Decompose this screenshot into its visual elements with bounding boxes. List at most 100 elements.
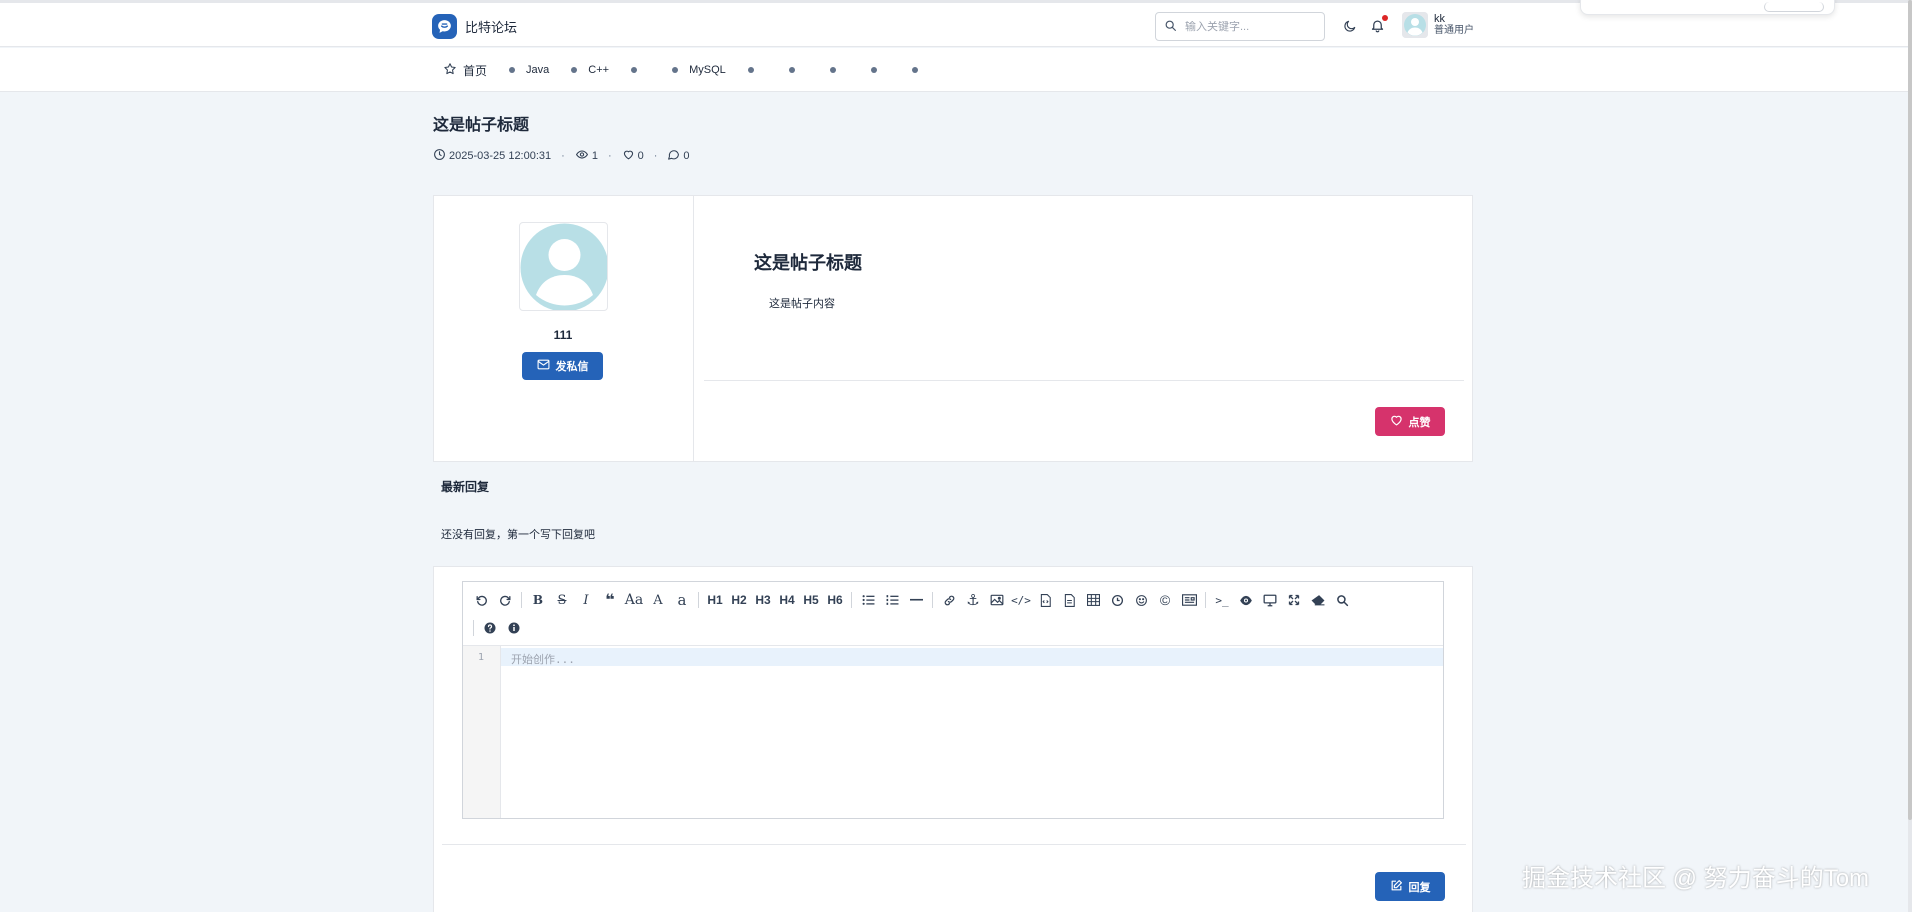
nav-category-mysql[interactable]: MySQL [672,64,726,76]
heart-icon [1390,414,1403,429]
line-number: 1 [477,652,484,663]
nav-category-unnamed[interactable] [747,67,754,73]
nav-category-unnamed[interactable] [788,67,795,73]
help-question-icon[interactable] [478,615,502,641]
brand-name: 比特论坛 [465,20,518,35]
heading-4-button[interactable]: H4 [775,587,799,613]
font-size-lower-icon[interactable]: a [670,587,694,613]
nav-category-java[interactable]: Java [509,64,549,76]
nav-category-label: MySQL [689,64,726,76]
mail-icon [537,359,550,373]
scrollbar-thumb[interactable] [1908,0,1912,820]
strikethrough-icon[interactable]: S [550,587,574,613]
clear-eraser-icon[interactable] [1306,587,1330,613]
numbered-list-icon[interactable] [880,587,904,613]
reply-submit-button[interactable]: 回复 [1375,872,1445,901]
image-icon[interactable] [985,587,1009,613]
author-avatar[interactable] [519,222,608,311]
italic-icon[interactable]: I [574,587,598,613]
post-content-title: 这是帖子标题 [754,253,862,273]
post-meta: 2025-03-25 12:00:31 · 1 · 0 · 0 [433,148,690,164]
table-icon[interactable] [1081,587,1105,613]
toolbar-separator [521,592,522,608]
floating-popover [1580,0,1835,15]
heading-6-button[interactable]: H6 [823,587,847,613]
category-bullet-icon [747,67,754,73]
goto-line-icon[interactable]: >_ [1210,587,1234,613]
code-inline-icon[interactable]: </> [1009,587,1033,613]
font-size-upper-icon[interactable]: A [646,587,670,613]
heading-2-button[interactable]: H2 [727,587,751,613]
category-bullet-icon [829,67,836,73]
category-bullet-icon [509,67,516,73]
top-navbar: 比特论坛 kk 普通用户 [0,0,1908,47]
category-bullet-icon [788,67,795,73]
active-line-highlight [501,648,1443,666]
horizontal-rule-icon[interactable] [904,587,928,613]
notification-dot [1382,15,1388,21]
fullscreen-icon[interactable] [1282,587,1306,613]
datetime-icon[interactable] [1105,587,1129,613]
brand[interactable]: 比特论坛 [432,14,517,39]
post-likes: 0 [637,150,644,162]
eye-icon [575,148,589,164]
author-name: 111 [553,328,573,342]
anchor-icon[interactable]: ⚓ [961,587,985,613]
page-title: 这是帖子标题 [433,117,530,134]
user-menu[interactable]: kk 普通用户 [1402,12,1474,38]
toolbar-separator [1205,592,1206,608]
link-icon[interactable] [937,587,961,613]
post-content-body: 这是帖子内容 [769,298,835,310]
nav-category-unnamed[interactable] [631,67,638,73]
nav-category-unnamed[interactable] [911,67,918,73]
emoji-icon[interactable] [1129,587,1153,613]
category-bullet-icon [870,67,877,73]
info-icon[interactable] [502,615,526,641]
watermark: 掘金技术社区 @ 努力奋斗的Tom [1522,865,1870,892]
search-input[interactable] [1185,20,1315,33]
category-bullet-icon [911,67,918,73]
nav-category-unnamed[interactable] [870,67,877,73]
html-entities-icon[interactable]: © [1153,587,1177,613]
nav-home[interactable]: 首页 [443,62,487,79]
toolbar-separator [473,620,474,636]
undo-icon[interactable] [469,587,493,613]
editor-toolbar: B S I ❝ Aa A a H1 H2 H3 H4 H5 H6 ⚓ </> ©… [463,582,1443,646]
heart-icon [622,148,635,164]
user-avatar [1402,12,1428,38]
redo-icon[interactable] [493,587,517,613]
toolbar-separator [851,592,852,608]
nav-category-unnamed[interactable] [829,67,836,73]
notification-bell-icon[interactable] [1370,15,1388,36]
like-button[interactable]: 点赞 [1375,407,1445,436]
heading-5-button[interactable]: H5 [799,587,823,613]
search-icon[interactable] [1330,587,1354,613]
send-message-label: 发私信 [555,361,589,373]
editor-text-area[interactable]: 1 开始创作... [463,646,1443,818]
page-scrollbar[interactable] [1908,0,1912,912]
code-block-icon[interactable] [1033,587,1057,613]
pagebreak-icon[interactable] [1177,587,1201,613]
category-bullet-icon [672,67,679,73]
heading-3-button[interactable]: H3 [751,587,775,613]
replies-heading: 最新回复 [441,480,490,494]
send-message-button[interactable]: 发私信 [522,352,603,380]
search-icon [1164,19,1177,35]
editor-placeholder: 开始创作... [511,653,575,666]
preformatted-text-icon[interactable] [1057,587,1081,613]
heading-1-button[interactable]: H1 [703,587,727,613]
user-role: 普通用户 [1434,25,1474,36]
popover-button[interactable] [1764,2,1824,12]
markdown-editor: B S I ❝ Aa A a H1 H2 H3 H4 H5 H6 ⚓ </> ©… [462,581,1444,819]
nav-category-cpp[interactable]: C++ [571,64,609,76]
watch-preview-eye-icon[interactable] [1234,587,1258,613]
uppercase-icon[interactable]: Aa [622,587,646,613]
bold-icon[interactable]: B [526,587,550,613]
quote-icon[interactable]: ❝ [598,587,622,613]
preview-desktop-icon[interactable] [1258,587,1282,613]
bulleted-list-icon[interactable] [856,587,880,613]
clock-icon [433,148,446,164]
category-nav: 首页 Java C++ MySQL [0,48,1908,92]
search-box[interactable] [1155,12,1325,41]
dark-mode-moon-icon[interactable] [1343,19,1357,36]
